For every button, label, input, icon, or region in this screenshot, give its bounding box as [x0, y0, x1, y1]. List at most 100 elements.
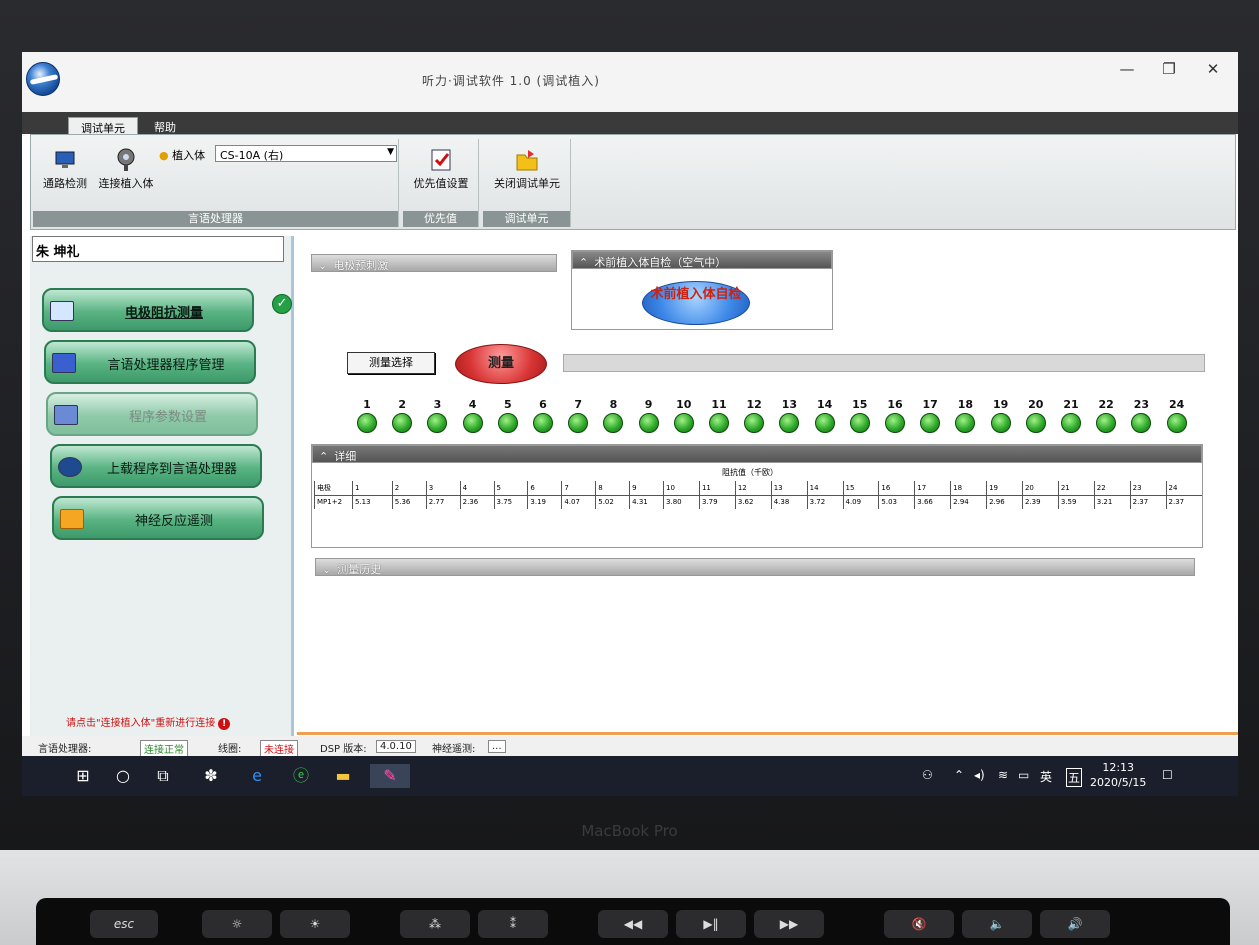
battery-icon[interactable]: ▭: [1018, 768, 1029, 782]
electrode-led[interactable]: [990, 413, 1011, 433]
tab-debug-unit[interactable]: 调试单元: [68, 117, 138, 135]
task-view-icon[interactable]: ⧉: [150, 764, 176, 788]
self-test-button[interactable]: 术前植入体自检: [642, 281, 750, 325]
nav-impedance-measure[interactable]: 电极阻抗测量: [42, 288, 254, 332]
minimize-button[interactable]: —: [1112, 60, 1142, 78]
app-logo-icon: [26, 62, 60, 96]
electrode-led[interactable]: [357, 413, 377, 433]
search-icon[interactable]: ○: [110, 764, 136, 788]
people-icon[interactable]: ⚇: [922, 768, 933, 782]
windows-start-icon[interactable]: ⊞: [70, 764, 96, 788]
electrode-led[interactable]: [920, 413, 941, 433]
fan-app-icon[interactable]: ✽: [198, 764, 224, 788]
nav-program-management[interactable]: 言语处理器程序管理: [44, 340, 256, 384]
electrode-led[interactable]: [955, 413, 976, 433]
electrode-led[interactable]: [673, 413, 694, 433]
electrode-led[interactable]: [709, 413, 729, 433]
electrode-led[interactable]: [1061, 413, 1081, 433]
electrode-led[interactable]: [1131, 413, 1152, 433]
electrode-led[interactable]: [497, 413, 518, 433]
browser-icon[interactable]: ⓔ: [288, 764, 314, 788]
electrode-led[interactable]: [603, 413, 624, 433]
volume-down-key[interactable]: 🔈: [962, 910, 1032, 938]
fast-forward-key[interactable]: ▶▶: [754, 910, 824, 938]
electrode-number: 14: [816, 398, 833, 411]
play-pause-key[interactable]: ▶‖: [676, 910, 746, 938]
volume-up-key[interactable]: 🔊: [1040, 910, 1110, 938]
electrode-led[interactable]: [638, 413, 659, 433]
status-bar: 言语处理器: 连接正常 线圈: 未连接 DSP 版本: 4.0.10 神经遥测:…: [22, 736, 1238, 757]
electrode-led[interactable]: [392, 413, 413, 433]
screen: 听力·调试软件 1.0 (调试植入) — ❐ ✕ 调试单元 帮助 通路检测 连接…: [22, 52, 1238, 796]
table-cell: 2.94: [950, 495, 987, 509]
electrode-led[interactable]: [462, 413, 483, 433]
coil-status-label: 线圈:: [218, 744, 242, 755]
brightness-up-key[interactable]: ☀: [280, 910, 350, 938]
brightness-down-key[interactable]: ☼: [202, 910, 272, 938]
restore-button[interactable]: ❐: [1154, 60, 1184, 78]
table-cell: 5.02: [595, 495, 630, 509]
esc-key[interactable]: esc: [90, 910, 158, 938]
fitting-app-icon[interactable]: ✎: [370, 764, 410, 788]
connect-implant-button[interactable]: 连接植入体: [95, 147, 157, 191]
tab-help[interactable]: 帮助: [142, 117, 188, 134]
ime-mode-indicator[interactable]: 五: [1066, 768, 1083, 787]
electrode-led[interactable]: [427, 413, 448, 433]
nav-upload-program[interactable]: 上载程序到言语处理器: [50, 444, 262, 488]
mute-key[interactable]: 🔇: [884, 910, 954, 938]
table-header-cell: 12: [734, 481, 772, 496]
nav-neural-telemetry[interactable]: 神经反应遥测: [52, 496, 264, 540]
electrode-led[interactable]: [744, 413, 765, 433]
electrode-led[interactable]: [885, 413, 905, 433]
measure-select-button[interactable]: 测量选择: [347, 352, 435, 374]
file-explorer-icon[interactable]: ▬: [330, 764, 356, 788]
priority-settings-button[interactable]: 优先值设置: [405, 147, 477, 191]
close-debug-unit-button[interactable]: 关闭调试单元: [485, 147, 569, 191]
warning-text: 请点击"连接植入体"重新进行连接: [66, 718, 216, 729]
close-debug-unit-label: 关闭调试单元: [494, 177, 560, 190]
keyboard-light-up-key[interactable]: ⁑: [478, 910, 548, 938]
nav-program-params[interactable]: 程序参数设置: [46, 392, 258, 436]
tray-chevron-icon[interactable]: ⌃: [954, 768, 964, 782]
electrode-number: 8: [609, 398, 618, 411]
chevron-down-icon: ▼: [387, 147, 394, 157]
network-icon[interactable]: ≋: [998, 768, 1008, 782]
table-header-cell: 2: [391, 481, 427, 496]
table-cell: 3.59: [1057, 495, 1095, 509]
ime-indicator[interactable]: 英: [1040, 768, 1052, 785]
electrode-number: 10: [676, 398, 692, 411]
electrode-led[interactable]: [533, 413, 553, 433]
clock-time: 12:13: [1102, 761, 1135, 774]
close-button[interactable]: ✕: [1198, 60, 1228, 78]
implant-select[interactable]: CS-10A (右) ▼: [215, 145, 397, 162]
volume-icon[interactable]: ◂): [974, 768, 985, 782]
edge-icon[interactable]: e: [244, 764, 270, 788]
path-test-button[interactable]: 通路检测: [37, 147, 93, 191]
electrode-led[interactable]: [1166, 413, 1187, 433]
rewind-key[interactable]: ◀◀: [598, 910, 668, 938]
patient-name: 朱 坤礼: [32, 236, 284, 262]
chevron-up-icon: ⌃: [319, 450, 329, 463]
notification-icon[interactable]: ☐: [1162, 768, 1173, 782]
progress-bar: [563, 354, 1205, 372]
history-title: 测量历史: [337, 563, 382, 576]
electrode-led[interactable]: [1025, 413, 1046, 433]
electrode-led[interactable]: [568, 413, 589, 433]
electrode-led[interactable]: [779, 413, 800, 433]
monitor-icon: [50, 301, 74, 321]
table-cell: 3.75: [493, 495, 528, 509]
table-header-cell: 9: [629, 481, 664, 496]
electrode-led[interactable]: [849, 413, 870, 433]
group-speech-processor: 通路检测 连接植入体 ● 植入体 CS-10A (右) ▼ 言语处理器: [33, 139, 399, 227]
history-header[interactable]: ⌄ 测量历史: [315, 558, 1195, 576]
detail-header[interactable]: ⌃ 详细: [312, 445, 1202, 463]
clock[interactable]: 12:13 2020/5/15: [1090, 760, 1146, 790]
pre-stim-header[interactable]: ⌄ 电极预刺激: [311, 254, 557, 272]
measure-button[interactable]: 测量: [455, 344, 547, 384]
electrode-led[interactable]: [1096, 413, 1117, 433]
electrode-number: 22: [1098, 398, 1114, 411]
electrode-led[interactable]: [814, 413, 835, 433]
taskbar: ⊞ ○ ⧉ ✽ e ⓔ ▬ ✎ ⚇ ⌃ ◂) ≋ ▭ 英 五 12:13 2020…: [22, 756, 1238, 796]
electrode-number: 17: [922, 398, 938, 411]
keyboard-light-down-key[interactable]: ⁂: [400, 910, 470, 938]
